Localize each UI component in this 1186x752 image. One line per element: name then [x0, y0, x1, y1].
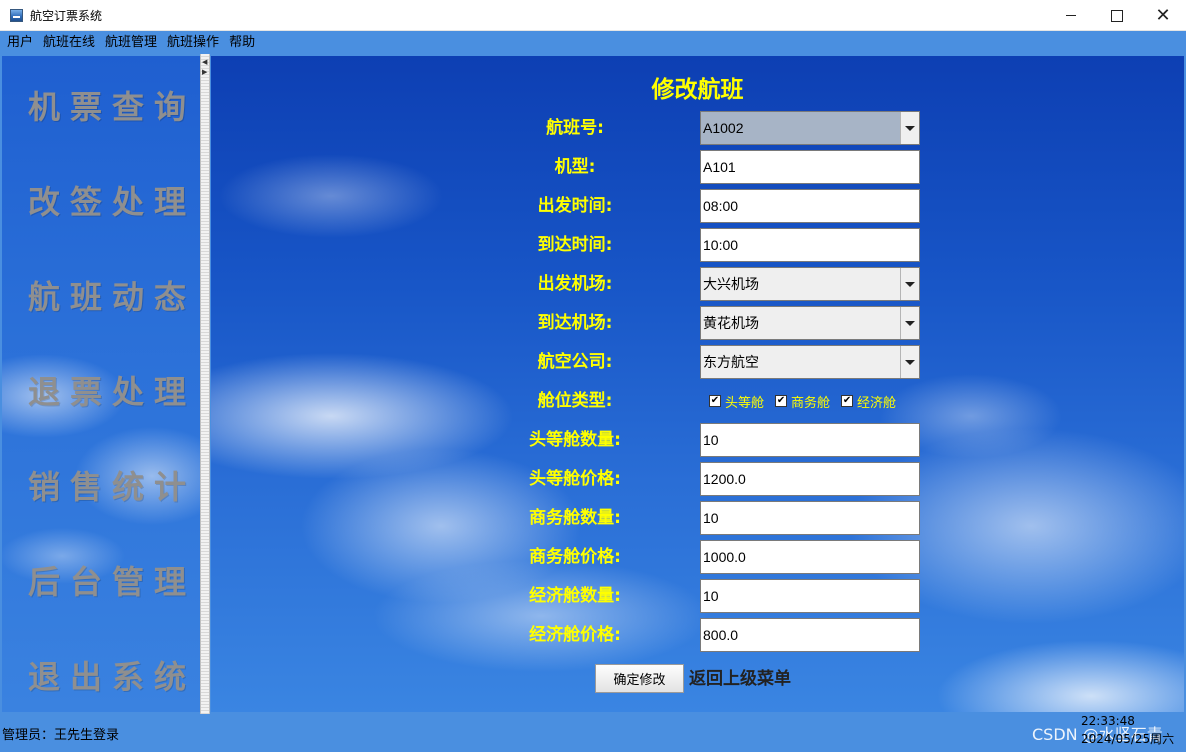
arrive-airport-value: 黄花机场	[703, 315, 759, 331]
cabin-type-label: 舱位类型:	[537, 391, 613, 411]
depart-airport-value: 大兴机场	[703, 276, 759, 292]
economy-qty-label: 经济舱数量:	[529, 586, 621, 606]
sidebar-item-sales-stats[interactable]: 销售统计	[28, 462, 196, 508]
airline-value: 东方航空	[703, 354, 759, 370]
back-to-menu-link[interactable]: 返回上级菜单	[689, 666, 791, 692]
menu-flight-online[interactable]: 航班在线	[43, 31, 95, 54]
logged-in-user: 管理员：王先生登录	[2, 728, 120, 743]
arrive-time-label: 到达时间:	[537, 235, 613, 255]
model-field[interactable]: A101	[700, 150, 920, 184]
menu-help[interactable]: 帮助	[229, 31, 255, 54]
airline-label: 航空公司:	[537, 352, 613, 372]
cabin-economy-checkbox[interactable]: ✔ 经济舱	[841, 392, 896, 411]
sidebar: 机票查询 改签处理 航班动态 退票处理 销售统计 后台管理 退出系统	[2, 56, 200, 712]
flight-no-select[interactable]: A1002	[700, 111, 920, 145]
menu-bar: 用户 航班在线 航班管理 航班操作 帮助	[0, 31, 1186, 54]
business-qty-label: 商务舱数量:	[529, 508, 621, 528]
depart-airport-select[interactable]: 大兴机场	[700, 267, 920, 301]
checkbox-checked-icon[interactable]: ✔	[841, 395, 854, 407]
title-bar: 航空订票系统 ✕	[0, 0, 1186, 31]
chevron-down-icon[interactable]	[900, 268, 919, 300]
flight-no-value: A1002	[703, 120, 744, 136]
airline-select[interactable]: 东方航空	[700, 345, 920, 379]
depart-time-label: 出发时间:	[537, 196, 613, 216]
sidebar-item-rebook[interactable]: 改签处理	[28, 177, 196, 223]
checkbox-checked-icon[interactable]: ✔	[775, 395, 788, 407]
chevron-down-icon[interactable]	[900, 112, 919, 144]
business-qty-field[interactable]: 10	[700, 501, 920, 535]
depart-airport-label: 出发机场:	[537, 274, 613, 294]
first-price-label: 头等舱价格:	[529, 469, 621, 489]
status-date: 2024/05/25周六	[1081, 732, 1175, 746]
business-price-field[interactable]: 1000.0	[700, 540, 920, 574]
menu-flight-operate[interactable]: 航班操作	[167, 31, 219, 54]
first-price-field[interactable]: 1200.0	[700, 462, 920, 496]
economy-qty-field[interactable]: 10	[700, 579, 920, 613]
main-panel: 修改航班 航班号: A1002 机型: A101 出发时间: 08:00 到达时…	[211, 56, 1184, 712]
page-title: 修改航班	[651, 77, 744, 103]
flight-no-label: 航班号:	[546, 118, 604, 138]
close-button[interactable]: ✕	[1140, 0, 1186, 31]
window-title: 航空订票系统	[30, 8, 103, 23]
checkbox-checked-icon[interactable]: ✔	[709, 395, 721, 407]
sidebar-item-admin[interactable]: 后台管理	[28, 557, 196, 603]
cabin-type-checkboxes: ✔ 头等舱 ✔ 商务舱 ✔ 经济舱	[709, 384, 907, 418]
app-icon	[10, 8, 23, 22]
cabin-business-checkbox[interactable]: ✔ 商务舱	[775, 392, 830, 411]
sidebar-item-ticket-query[interactable]: 机票查询	[28, 82, 196, 128]
menu-user[interactable]: 用户	[7, 31, 33, 54]
cabin-first-checkbox[interactable]: ✔ 头等舱	[709, 392, 764, 411]
cabin-first-label: 头等舱	[725, 395, 765, 411]
sidebar-item-flight-status[interactable]: 航班动态	[28, 272, 196, 318]
business-price-label: 商务舱价格:	[529, 547, 621, 567]
first-qty-label: 头等舱数量:	[529, 430, 621, 450]
depart-time-field[interactable]: 08:00	[700, 189, 920, 223]
sidebar-item-refund[interactable]: 退票处理	[28, 367, 196, 413]
cabin-economy-label: 经济舱	[857, 395, 897, 411]
economy-price-field[interactable]: 800.0	[700, 618, 920, 652]
confirm-modify-button[interactable]: 确定修改	[595, 664, 684, 693]
model-label: 机型:	[554, 157, 596, 177]
cabin-business-label: 商务舱	[791, 395, 831, 411]
sidebar-item-exit[interactable]: 退出系统	[28, 652, 196, 698]
expand-right-icon[interactable]: ▶	[202, 68, 207, 76]
chevron-down-icon[interactable]	[900, 307, 919, 339]
first-qty-field[interactable]: 10	[700, 423, 920, 457]
status-bar: 管理员：王先生登录 CSDN @水坚石青 22:33:48 2024/05/25…	[0, 714, 1186, 752]
split-pane-divider[interactable]: ◀ ▶	[200, 54, 210, 714]
collapse-left-icon[interactable]: ◀	[202, 58, 207, 66]
economy-price-label: 经济舱价格:	[529, 625, 621, 645]
chevron-down-icon[interactable]	[900, 346, 919, 378]
content-frame: 机票查询 改签处理 航班动态 退票处理 销售统计 后台管理 退出系统 ◀ ▶ 修…	[0, 54, 1186, 714]
minimize-button[interactable]	[1048, 0, 1094, 31]
maximize-button[interactable]	[1094, 0, 1140, 31]
arrive-airport-label: 到达机场:	[537, 313, 613, 333]
status-time: 22:33:48	[1081, 714, 1135, 728]
window-controls: ✕	[1048, 0, 1186, 31]
menu-flight-manage[interactable]: 航班管理	[105, 31, 157, 54]
arrive-time-field[interactable]: 10:00	[700, 228, 920, 262]
arrive-airport-select[interactable]: 黄花机场	[700, 306, 920, 340]
